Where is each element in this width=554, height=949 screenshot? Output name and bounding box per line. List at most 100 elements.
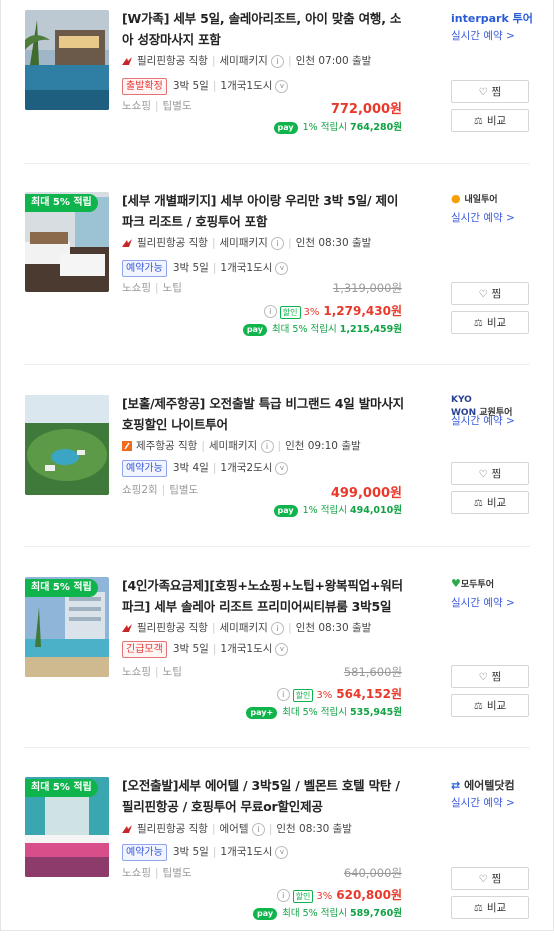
compare-label: 비교 [486, 115, 507, 127]
discount-price-row: i 할인 3% 1,279,430원 [263, 302, 402, 319]
product-thumbnail[interactable] [25, 395, 109, 495]
info-icon[interactable]: i [263, 305, 277, 318]
airline-name: 필리핀항공 직항 [137, 622, 208, 634]
airline-name: 제주항공 직항 [136, 440, 198, 452]
region-count: 1개국1도시 [220, 846, 273, 858]
product-price: 499,000원 [330, 486, 402, 501]
compare-button[interactable]: ⚖ 비교 [451, 896, 529, 919]
discount-price-row: i 할인 3% 564,152원 [276, 685, 402, 702]
duration: 3박 4일 [172, 462, 209, 474]
product-meta: 노쇼핑 | 노팁 [122, 666, 182, 678]
tip-info: 팁별도 [162, 867, 192, 879]
list-item[interactable]: [W가족] 세부 5일, 솔레아리조트, 아이 맞춤 여행, 소아 성장마사지 … [0, 0, 554, 182]
product-meta: 노쇼핑 | 팁별도 [122, 867, 192, 879]
seller-logo[interactable]: interpark 투어 [451, 10, 533, 26]
discount-percent: 3% [316, 891, 333, 902]
departure-info: 인천 08:30 출발 [295, 237, 372, 249]
original-price: 581,600원 [343, 665, 402, 679]
wish-button[interactable]: ♡ 찜 [451, 867, 529, 890]
airline-name: 필리핀항공 직항 [137, 237, 208, 249]
realtime-booking-link[interactable]: 실시간 예약 > [451, 595, 515, 610]
wish-button[interactable]: ♡ 찜 [451, 80, 529, 103]
list-item[interactable]: 최대 5% 적립 [오전출발]세부 에어텔 / 3박5일 / 벨몬트 호텔 막탄… [0, 767, 554, 949]
point-price: 1,215,459원 [339, 324, 402, 335]
product-flight-info: 제주항공 직항 | 세미패키지 i | 인천 09:10 출발 [122, 438, 361, 453]
discount-percent: 3% [303, 307, 320, 318]
wish-label: 찜 [491, 671, 502, 683]
chevron-down-icon[interactable]: v [275, 461, 289, 475]
product-tags: 출발확정 3박 5일 | 1개국1도시 v [122, 78, 289, 95]
compare-icon: ⚖ [473, 116, 483, 127]
chevron-down-icon[interactable]: v [275, 845, 289, 859]
product-tags: 긴급모객 3박 5일 | 1개국1도시 v [122, 641, 289, 658]
chevron-down-icon[interactable]: v [275, 261, 289, 275]
divider [24, 546, 530, 547]
tip-info: 팁별도 [169, 484, 199, 496]
compare-icon: ⚖ [473, 318, 483, 329]
info-icon[interactable]: i [271, 54, 285, 68]
discount-price-row: i 할인 3% 620,800원 [276, 886, 402, 903]
chevron-down-icon[interactable]: v [275, 79, 289, 93]
compare-button[interactable]: ⚖ 비교 [451, 694, 529, 717]
seller-logo[interactable]: ● 내일투어 [451, 192, 498, 205]
compare-button[interactable]: ⚖ 비교 [451, 491, 529, 514]
departure-info: 인천 08:30 출발 [295, 622, 372, 634]
product-meta: 노쇼핑 | 노팁 [122, 282, 182, 294]
point-price: 764,280원 [349, 122, 402, 133]
point-label: 최대 5% 적립시 [271, 324, 337, 335]
product-thumbnail[interactable]: 최대 5% 적립 [25, 577, 109, 677]
airline-logo-icon [122, 441, 132, 451]
point-label: 최대 5% 적립시 [282, 707, 347, 718]
status-badge: 예약가능 [122, 844, 167, 861]
compare-button[interactable]: ⚖ 비교 [451, 109, 529, 132]
shopping-info: 노쇼핑 [122, 666, 151, 678]
product-title[interactable]: [오전출발]세부 에어텔 / 3박5일 / 벨몬트 호텔 막탄 / 필리핀항공 … [122, 775, 404, 817]
product-title[interactable]: [4인가족요금제][호핑+노쇼핑+노팁+왕복픽업+워터파크] 세부 솔레아 리조… [122, 575, 404, 617]
product-title[interactable]: [세부 개별패키지] 세부 아이랑 우리만 3박 5일/ 제이파크 리조트 / … [122, 190, 404, 232]
heart-icon: ♡ [478, 87, 488, 98]
package-type: 에어텔 [219, 823, 249, 835]
point-label: 1% 적립시 [302, 122, 347, 133]
tip-info: 노팁 [162, 666, 182, 678]
realtime-booking-link[interactable]: 실시간 예약 > [451, 795, 515, 810]
info-icon[interactable]: i [276, 889, 290, 902]
list-item[interactable]: 최대 5% 적립 [4인가족요금제][호핑+노쇼핑+노팁+왕복픽업+워터파크] … [0, 567, 554, 749]
list-item[interactable]: 최대 5% 적립 [세부 개별패키지] 세부 아이랑 우리만 3박 5일/ 제이… [0, 182, 554, 364]
info-icon[interactable]: i [251, 822, 265, 836]
sale-tag: 할인 [292, 890, 314, 903]
airtel-logo-icon: ⇄ [451, 779, 461, 792]
status-badge: 긴급모객 [122, 641, 167, 658]
point-label: 1% 적립시 [302, 505, 347, 516]
product-title[interactable]: [보홀/제주항공] 오전출발 특급 비그랜드 4일 발마사지 호핑할인 나이트투… [122, 393, 404, 435]
product-title[interactable]: [W가족] 세부 5일, 솔레아리조트, 아이 맞춤 여행, 소아 성장마사지 … [122, 8, 404, 50]
duration: 3박 5일 [172, 643, 209, 655]
chevron-down-icon[interactable]: v [275, 642, 289, 656]
info-icon[interactable]: i [271, 621, 285, 635]
seller-name: 에어텔닷컴 [464, 779, 515, 792]
wish-button[interactable]: ♡ 찜 [451, 462, 529, 485]
original-price: 1,319,000원 [332, 281, 402, 295]
seller-logo[interactable]: ♥모두투어 [451, 577, 494, 590]
status-badge: 출발확정 [122, 78, 167, 95]
product-thumbnail[interactable] [25, 10, 109, 110]
wish-button[interactable]: ♡ 찜 [451, 665, 529, 688]
product-thumbnail[interactable]: 최대 5% 적립 [25, 777, 109, 877]
list-item[interactable]: [보홀/제주항공] 오전출발 특급 비그랜드 4일 발마사지 호핑할인 나이트투… [0, 385, 554, 567]
npay-icon: pay [273, 504, 298, 517]
realtime-booking-link[interactable]: 실시간 예약 > [451, 28, 515, 43]
product-flight-info: 필리핀항공 직항 | 세미패키지 i | 인천 08:30 출발 [122, 620, 371, 635]
product-price: 772,000원 [330, 102, 402, 117]
seller-logo[interactable]: ⇄ 에어텔닷컴 [451, 777, 515, 793]
info-icon[interactable]: i [276, 688, 290, 701]
info-icon[interactable]: i [271, 236, 285, 250]
info-icon[interactable]: i [260, 439, 274, 453]
realtime-booking-link[interactable]: 실시간 예약 > [451, 210, 515, 225]
compare-label: 비교 [486, 317, 507, 329]
product-meta: 쇼핑2회 | 팁별도 [122, 484, 199, 496]
departure-info: 인천 08:30 출발 [276, 823, 352, 835]
realtime-booking-link[interactable]: 실시간 예약 > [451, 413, 515, 428]
point-price: 589,760원 [349, 908, 402, 919]
wish-button[interactable]: ♡ 찜 [451, 282, 529, 305]
product-thumbnail[interactable]: 최대 5% 적립 [25, 192, 109, 292]
compare-button[interactable]: ⚖ 비교 [451, 311, 529, 334]
